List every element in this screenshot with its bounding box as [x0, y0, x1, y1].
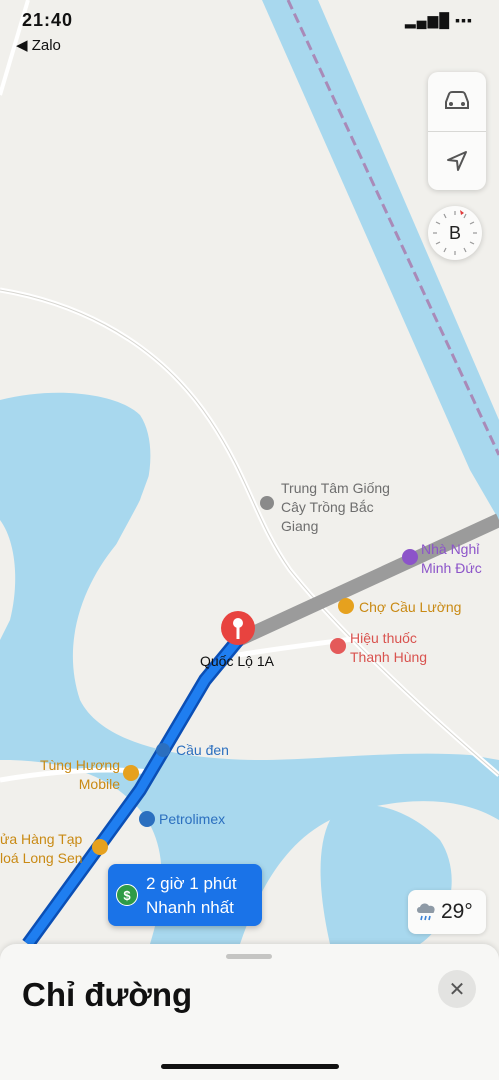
status-time: 21:40	[22, 10, 74, 30]
signal-indicator: ▂▄▆█ ▪▪▪	[404, 12, 473, 28]
place-petrolimex[interactable]: Petrolimex	[159, 810, 225, 829]
route-summary-badge[interactable]: $ 2 giờ 1 phút Nhanh nhất	[108, 864, 262, 926]
weather-temperature: 29°	[441, 900, 473, 923]
place-trung-tam-giong[interactable]: Trung Tâm Giống Cây Trồng Bắc Giang	[281, 479, 390, 536]
route-duration: 2 giờ 1 phút	[146, 874, 237, 893]
back-to-zalo-link[interactable]: ◀ Zalo	[16, 36, 61, 54]
weather-widget[interactable]: 29°	[408, 890, 486, 934]
place-label-line: loá Long Sen	[0, 850, 83, 866]
place-label-line: Tùng Hương	[39, 757, 120, 773]
location-arrow-icon[interactable]	[428, 132, 486, 190]
toll-dollar-icon: $	[116, 884, 138, 906]
place-nha-nghi-minh-duc[interactable]: Nhà Nghỉ Minh Đức	[421, 540, 482, 578]
place-label-line: Cầu đen	[176, 742, 229, 758]
route-type: Nhanh nhất	[146, 898, 234, 917]
destination-pin-icon[interactable]	[221, 611, 255, 645]
place-quoc-lo-1a[interactable]: Quốc Lộ 1A	[200, 652, 274, 671]
place-label-line: Cây Trồng Bắc	[281, 499, 374, 515]
place-hieu-thuoc-thanh-hung[interactable]: Hiệu thuốc Thanh Hùng	[350, 629, 427, 667]
directions-sheet[interactable]: Chỉ đường ✕	[0, 944, 499, 1080]
place-cua-hang-tap-hoa[interactable]: ửa Hàng Tạp loá Long Sen	[0, 830, 83, 868]
cloud-rain-icon	[417, 903, 435, 921]
close-icon[interactable]: ✕	[438, 970, 476, 1008]
compass-button[interactable]: B	[428, 206, 482, 260]
place-label-line: Minh Đức	[421, 560, 482, 576]
place-label-line: Hiệu thuốc	[350, 630, 417, 646]
home-indicator	[161, 1064, 339, 1069]
place-label-line: Nhà Nghỉ	[421, 541, 480, 557]
place-label-line: Giang	[281, 518, 319, 534]
sheet-grabber[interactable]	[226, 954, 272, 959]
place-label-line: Mobile	[78, 776, 120, 792]
car-icon[interactable]	[428, 72, 486, 130]
place-label-line: Trung Tâm Giống	[281, 480, 390, 496]
place-label-line: ửa Hàng Tạp	[0, 831, 83, 847]
place-cau-den[interactable]: Cầu đen	[176, 741, 229, 760]
place-tung-huong-mobile[interactable]: Tùng Hương Mobile	[36, 756, 120, 794]
place-label-line: Quốc Lộ 1A	[200, 653, 274, 669]
compass-letter: B	[448, 222, 461, 243]
place-label-line: Thanh Hùng	[350, 649, 428, 665]
place-label-line: Chợ Cầu Lường	[359, 599, 462, 615]
sheet-title: Chỉ đường	[22, 976, 193, 1013]
place-cho-cau-luong[interactable]: Chợ Cầu Lường	[359, 598, 461, 617]
place-label-line: Petrolimex	[159, 811, 226, 827]
map-controls	[428, 72, 486, 190]
